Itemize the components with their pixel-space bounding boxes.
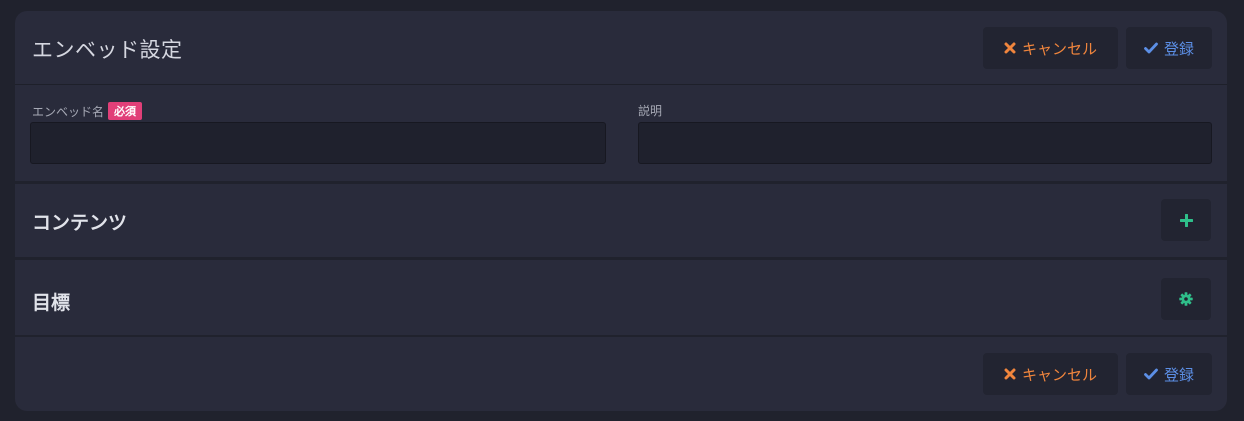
check-icon	[1144, 42, 1158, 54]
footer-cancel-button[interactable]: キャンセル	[983, 353, 1118, 395]
embed-name-label: エンベッド名 必須	[32, 102, 143, 120]
close-icon	[1004, 368, 1016, 380]
close-icon	[1004, 42, 1016, 54]
save-button-label: 登録	[1163, 39, 1194, 58]
contents-section: コンテンツ	[15, 184, 1227, 257]
description-input[interactable]	[638, 122, 1212, 164]
page-title: エンベッド設定	[32, 38, 183, 62]
cancel-button-label: キャンセル	[1021, 39, 1097, 58]
required-badge: 必須	[108, 102, 143, 120]
goal-settings-button[interactable]	[1161, 278, 1211, 320]
goal-section: 目標	[15, 260, 1227, 335]
save-button[interactable]: 登録	[1126, 27, 1212, 69]
embed-settings-panel: エンベッド設定 キャンセル 登録 エンベッド名 必須 説明 コンテンツ 目標 キ…	[15, 11, 1227, 411]
description-label: 説明	[638, 102, 662, 119]
description-label-text: 説明	[638, 104, 663, 118]
footer-save-button-label: 登録	[1163, 365, 1194, 384]
gear-icon	[1179, 292, 1193, 306]
form-row: エンベッド名 必須 説明	[15, 86, 1227, 181]
plus-icon	[1179, 213, 1193, 227]
embed-name-label-text: エンベッド名	[32, 104, 105, 119]
contents-section-title: コンテンツ	[32, 212, 128, 234]
embed-name-input[interactable]	[30, 122, 606, 164]
panel-footer: キャンセル 登録	[15, 337, 1227, 411]
panel-header: エンベッド設定 キャンセル 登録	[15, 11, 1227, 85]
cancel-button[interactable]: キャンセル	[983, 27, 1118, 69]
add-content-button[interactable]	[1161, 199, 1211, 241]
footer-save-button[interactable]: 登録	[1126, 353, 1212, 395]
check-icon	[1144, 368, 1158, 380]
footer-cancel-button-label: キャンセル	[1021, 365, 1097, 384]
goal-section-title: 目標	[32, 292, 71, 314]
